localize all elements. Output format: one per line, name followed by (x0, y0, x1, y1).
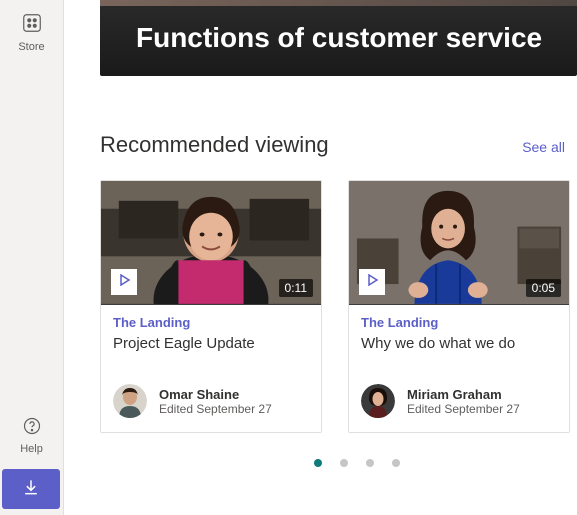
cards-row: 0:11 The Landing Project Eagle Update (100, 180, 577, 433)
author-row: Omar Shaine Edited September 27 (113, 384, 309, 418)
pagination-dot[interactable] (314, 459, 322, 467)
video-duration: 0:11 (279, 279, 313, 297)
edited-date: Edited September 27 (159, 402, 272, 416)
author-meta: Omar Shaine Edited September 27 (159, 387, 272, 416)
card-body: The Landing Why we do what we do Miriam … (349, 305, 569, 432)
recommended-section: Recommended viewing See all (100, 132, 577, 467)
video-card[interactable]: 0:11 The Landing Project Eagle Update (100, 180, 322, 433)
pagination-dot[interactable] (366, 459, 374, 467)
video-title: Why we do what we do (361, 334, 557, 372)
avatar (113, 384, 147, 418)
download-button[interactable] (2, 469, 60, 509)
sidebar-help-label: Help (20, 443, 43, 455)
video-thumbnail[interactable]: 0:05 (349, 181, 569, 305)
store-icon (21, 12, 43, 39)
hero-title: Functions of customer service (136, 22, 542, 54)
card-body: The Landing Project Eagle Update Omar Sh… (101, 305, 321, 432)
help-icon (22, 416, 42, 441)
hero-banner[interactable]: Functions of customer service (100, 0, 577, 76)
pagination-dot[interactable] (392, 459, 400, 467)
download-icon (21, 477, 41, 502)
author-row: Miriam Graham Edited September 27 (361, 384, 557, 418)
author-name: Miriam Graham (407, 387, 520, 402)
play-icon (365, 273, 379, 291)
main-content: Functions of customer service Recommende… (64, 0, 577, 515)
sidebar: Store Help (0, 0, 64, 515)
sidebar-item-store[interactable]: Store (0, 6, 63, 59)
author-name: Omar Shaine (159, 387, 272, 402)
section-header: Recommended viewing See all (100, 132, 577, 158)
sidebar-item-help[interactable]: Help (0, 410, 63, 461)
video-category[interactable]: The Landing (361, 315, 557, 330)
video-title: Project Eagle Update (113, 334, 309, 372)
pagination-dots (136, 459, 577, 467)
video-card[interactable]: 0:05 The Landing Why we do what we do (348, 180, 570, 433)
see-all-link[interactable]: See all (522, 139, 565, 155)
video-duration: 0:05 (526, 279, 561, 297)
play-button[interactable] (111, 269, 137, 295)
pagination-dot[interactable] (340, 459, 348, 467)
section-title: Recommended viewing (100, 132, 329, 158)
avatar (361, 384, 395, 418)
video-thumbnail[interactable]: 0:11 (101, 181, 321, 305)
sidebar-store-label: Store (18, 41, 44, 53)
video-category[interactable]: The Landing (113, 315, 309, 330)
play-button[interactable] (359, 269, 385, 295)
play-icon (117, 273, 131, 291)
author-meta: Miriam Graham Edited September 27 (407, 387, 520, 416)
edited-date: Edited September 27 (407, 402, 520, 416)
